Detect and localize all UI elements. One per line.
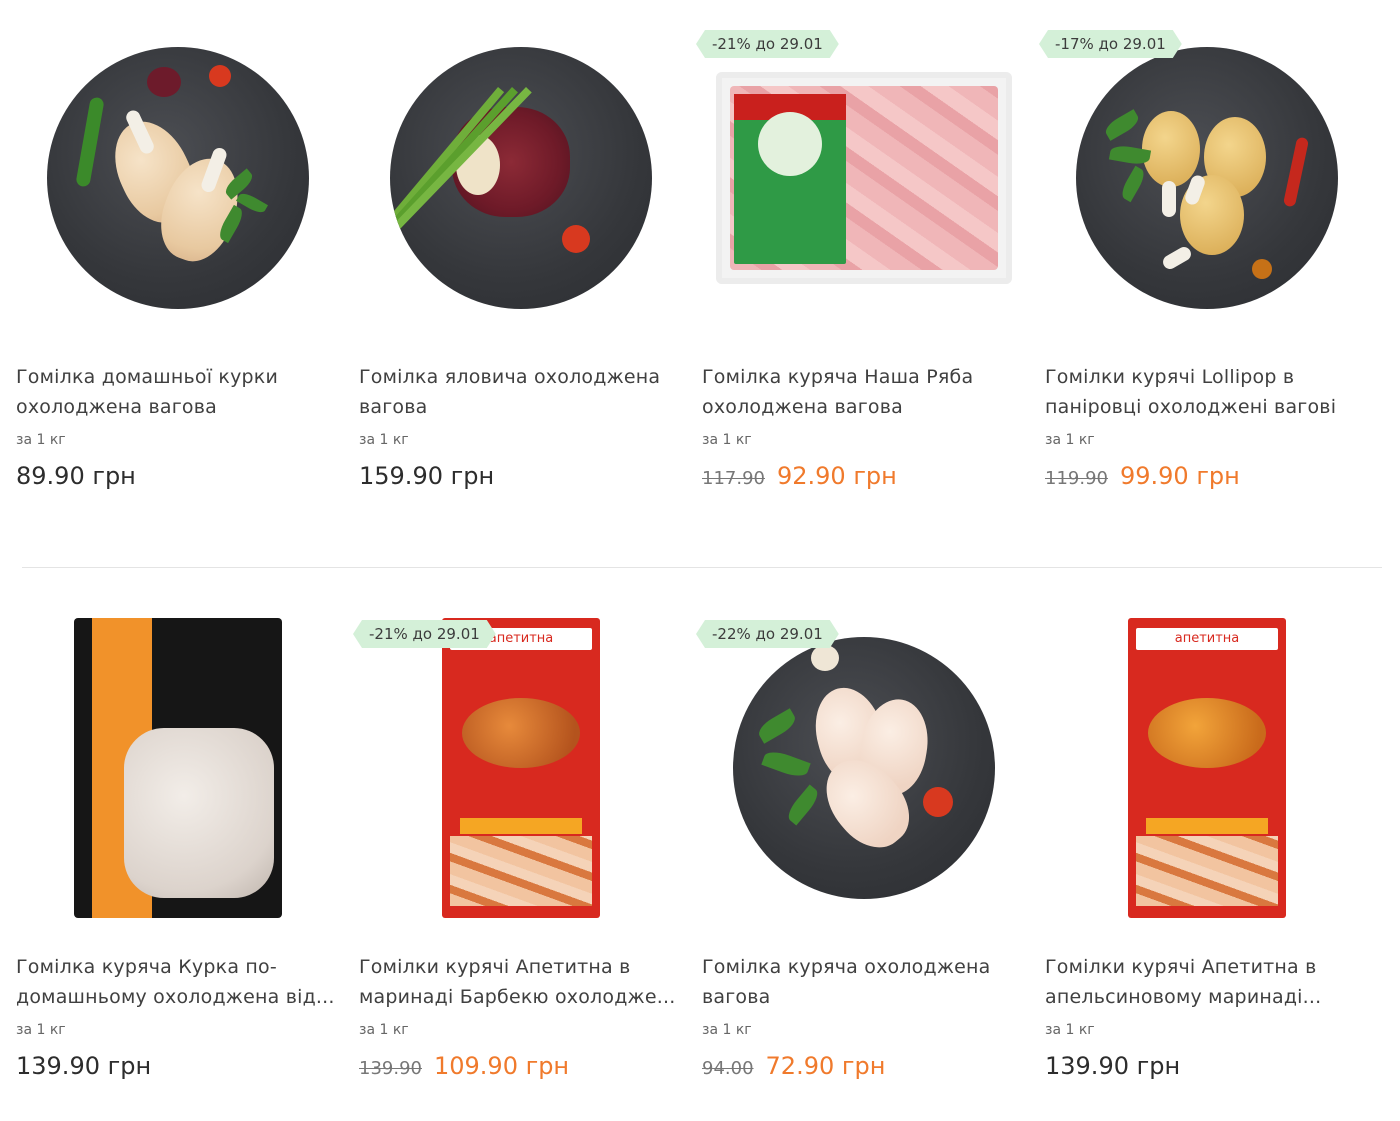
- product-price: 72.90 грн: [765, 1052, 886, 1080]
- discount-badge: -17% до 29.01: [1039, 30, 1182, 58]
- product-title[interactable]: Гомілки курячі Апетитна в маринаді Барбе…: [359, 952, 679, 1012]
- product-image[interactable]: апетитна: [371, 618, 671, 918]
- discount-badge: -21% до 29.01: [696, 30, 839, 58]
- old-price: 119.90: [1045, 468, 1108, 489]
- product-unit: за 1 кг: [359, 1022, 409, 1038]
- product-unit: за 1 кг: [1045, 432, 1095, 448]
- product-card[interactable]: -17% до 29.01 Гомілки курячі Lollipop в …: [1029, 0, 1372, 520]
- product-price: 159.90 грн: [359, 462, 495, 490]
- old-price: 94.00: [702, 1058, 754, 1079]
- product-price: 89.90 грн: [16, 462, 136, 490]
- price-line: 89.90 грн: [16, 462, 136, 496]
- discount-badge: -22% до 29.01: [696, 620, 839, 648]
- product-image[interactable]: [28, 28, 328, 328]
- product-title[interactable]: Гомілки курячі Апетитна в апельсиновому …: [1045, 952, 1365, 1012]
- product-unit: за 1 кг: [702, 1022, 752, 1038]
- product-unit: за 1 кг: [16, 432, 66, 448]
- product-image[interactable]: [371, 28, 671, 328]
- package-brand: апетитна: [1174, 631, 1240, 646]
- price-line: 159.90 грн: [359, 462, 494, 496]
- price-line: 94.00 72.90 грн: [702, 1052, 885, 1086]
- product-price: 139.90 грн: [1045, 1052, 1181, 1080]
- product-row-2: Гомілка куряча Курка по-домашньому охоло…: [0, 590, 1400, 1110]
- product-title[interactable]: Гомілка яловича охолоджена вагова: [359, 362, 679, 422]
- product-title[interactable]: Гомілки курячі Lollipop в паніровці охол…: [1045, 362, 1365, 422]
- product-card[interactable]: Гомілка домашньої курки охолоджена вагов…: [0, 0, 343, 520]
- old-price: 117.90: [702, 468, 765, 489]
- discount-badge: -21% до 29.01: [353, 620, 496, 648]
- product-card[interactable]: -21% до 29.01 Гомілка куряча Наша Ряба о…: [686, 0, 1029, 520]
- product-image[interactable]: [28, 618, 328, 918]
- product-unit: за 1 кг: [702, 432, 752, 448]
- product-card[interactable]: -21% до 29.01 апетитна Гомілки курячі Ап…: [343, 590, 686, 1110]
- product-title[interactable]: Гомілка куряча Наша Ряба охолоджена ваго…: [702, 362, 1022, 422]
- product-unit: за 1 кг: [1045, 1022, 1095, 1038]
- old-price: 139.90: [359, 1058, 422, 1079]
- product-image[interactable]: [1057, 28, 1357, 328]
- price-line: 119.90 99.90 грн: [1045, 462, 1240, 496]
- product-row-1: Гомілка домашньої курки охолоджена вагов…: [0, 0, 1400, 520]
- product-card[interactable]: -22% до 29.01 Гомілка куряча охолоджена …: [686, 590, 1029, 1110]
- product-title[interactable]: Гомілка куряча Курка по-домашньому охоло…: [16, 952, 336, 1012]
- product-unit: за 1 кг: [16, 1022, 66, 1038]
- row-divider: [22, 567, 1382, 568]
- product-price: 109.90 грн: [433, 1052, 570, 1080]
- product-unit: за 1 кг: [359, 432, 409, 448]
- price-line: 139.90 грн: [16, 1052, 151, 1086]
- price-line: 139.90 грн: [1045, 1052, 1180, 1086]
- product-price: 139.90 грн: [16, 1052, 152, 1080]
- product-image[interactable]: [714, 28, 1014, 328]
- product-title[interactable]: Гомілка куряча охолоджена вагова: [702, 952, 1022, 1012]
- product-image[interactable]: [714, 618, 1014, 918]
- price-line: 139.90 109.90 грн: [359, 1052, 569, 1086]
- product-title[interactable]: Гомілка домашньої курки охолоджена вагов…: [16, 362, 336, 422]
- product-image[interactable]: апетитна: [1057, 618, 1357, 918]
- product-price: 99.90 грн: [1119, 462, 1240, 490]
- product-card[interactable]: апетитна Гомілки курячі Апетитна в апель…: [1029, 590, 1372, 1110]
- product-card[interactable]: Гомілка куряча Курка по-домашньому охоло…: [0, 590, 343, 1110]
- product-card[interactable]: Гомілка яловича охолоджена вагова за 1 к…: [343, 0, 686, 520]
- price-line: 117.90 92.90 грн: [702, 462, 897, 496]
- product-price: 92.90 грн: [776, 462, 897, 490]
